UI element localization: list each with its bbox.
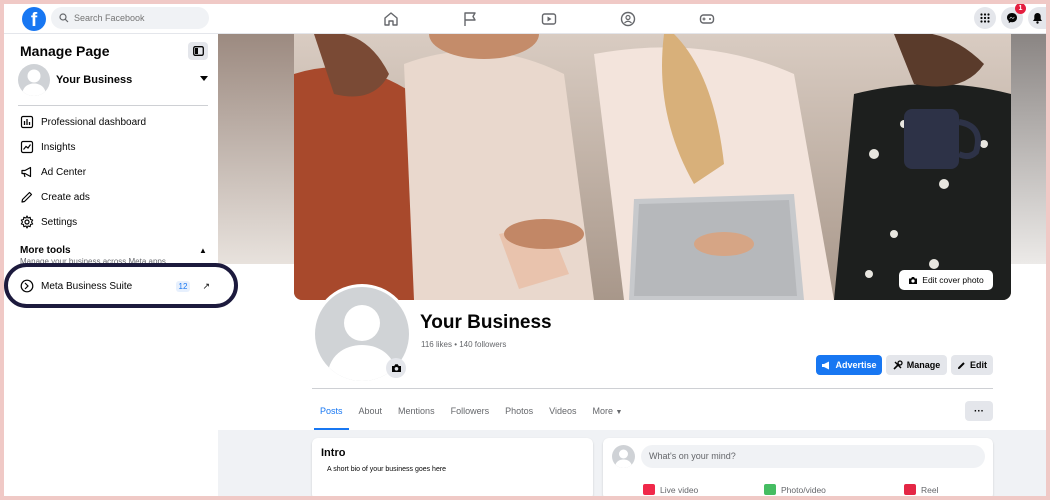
groups-icon[interactable]	[620, 11, 636, 27]
manage-label: Manage	[906, 360, 941, 370]
sidebar-item-professional-dashboard[interactable]: Professional dashboard	[20, 113, 146, 131]
more-tools-heading[interactable]: More tools	[20, 245, 71, 256]
dashboard-icon	[20, 115, 34, 129]
pencil-icon	[21, 191, 33, 203]
pencil-icon	[958, 361, 965, 369]
gear-icon	[20, 215, 34, 229]
default-profile-icon	[22, 69, 46, 96]
video-icon[interactable]	[541, 11, 557, 27]
sidebar-item-label: Ad Center	[41, 166, 87, 178]
update-profile-picture-button[interactable]	[386, 358, 406, 378]
photo-video-label: Photo/video	[781, 484, 826, 495]
profile-tabs: Posts About Mentions Followers Photos Vi…	[312, 400, 630, 430]
dropdown-caret-icon[interactable]	[200, 76, 208, 81]
notifications-button[interactable]	[1028, 7, 1046, 29]
sidebar-item-ad-center[interactable]: Ad Center	[20, 163, 86, 181]
tab-photos[interactable]: Photos	[497, 400, 541, 424]
sidebar-item-label: Insights	[41, 141, 76, 153]
sidebar-title: Manage Page	[20, 43, 110, 59]
advertise-button[interactable]: Advertise	[816, 355, 882, 375]
cover-backdrop-right	[1011, 34, 1046, 264]
meta-business-suite-label: Meta Business Suite	[41, 280, 133, 292]
tools-icon	[893, 360, 903, 370]
sidebar-item-label: Create ads	[41, 191, 90, 203]
page-title: Your Business	[420, 312, 552, 333]
post-composer: What's on your mind? Live video Photo/vi…	[603, 438, 993, 500]
sidebar-item-insights[interactable]: Insights	[20, 138, 75, 156]
divider	[18, 105, 208, 106]
more-options-button[interactable]: ···	[965, 401, 993, 421]
divider	[312, 388, 993, 389]
collapse-sidebar-button[interactable]	[188, 42, 208, 60]
flag-icon[interactable]	[462, 11, 478, 27]
tab-posts[interactable]: Posts	[312, 400, 351, 430]
sidebar-item-label: Settings	[41, 216, 78, 228]
messenger-icon	[1007, 13, 1017, 23]
status-input[interactable]: What's on your mind?	[641, 445, 985, 468]
gaming-icon[interactable]	[699, 11, 715, 27]
tab-about[interactable]: About	[351, 400, 391, 424]
edit-button[interactable]: Edit	[951, 355, 993, 375]
megaphone-icon	[822, 361, 830, 369]
reel-label: Reel	[921, 484, 939, 495]
reel-icon	[904, 484, 916, 495]
intro-card: Intro A short bio of your business goes …	[312, 438, 593, 500]
live-video-icon	[643, 484, 655, 495]
tab-more[interactable]: More ▼	[584, 400, 630, 424]
chevron-up-icon[interactable]: ▲	[199, 246, 207, 255]
manage-page-sidebar: Manage Page Your Business Professional d…	[4, 34, 218, 496]
edit-cover-label: Edit cover photo	[922, 275, 984, 285]
manage-button[interactable]: Manage	[886, 355, 947, 375]
meta-business-suite-link[interactable]: Meta Business Suite 12 ↗	[20, 277, 210, 295]
page-stats: 116 likes • 140 followers	[421, 340, 507, 349]
intro-text: A short bio of your business goes here	[327, 466, 447, 473]
meta-business-suite-count: 12	[175, 280, 191, 292]
edit-cover-photo-button[interactable]: Edit cover photo	[899, 270, 993, 290]
facebook-logo[interactable]: f	[22, 7, 46, 31]
avatar[interactable]	[612, 445, 635, 468]
cover-photo-image	[294, 34, 1011, 300]
top-navigation-bar: f 1	[4, 3, 1046, 34]
avatar	[18, 64, 50, 96]
search-icon	[59, 13, 69, 23]
menu-grid-icon	[980, 13, 990, 23]
tab-videos[interactable]: Videos	[541, 400, 584, 424]
camera-icon	[909, 276, 918, 284]
business-name: Your Business	[56, 74, 133, 86]
bell-icon	[1032, 13, 1042, 24]
business-switcher[interactable]: Your Business	[18, 64, 208, 96]
photo-icon	[764, 484, 776, 495]
default-profile-icon	[615, 449, 632, 468]
photo-video-button[interactable]: Photo/video	[764, 484, 826, 495]
intro-title: Intro	[321, 447, 346, 459]
sidebar-item-label: Professional dashboard	[41, 116, 147, 128]
tab-followers[interactable]: Followers	[443, 400, 498, 424]
megaphone-icon	[21, 166, 32, 178]
edit-label: Edit	[970, 360, 987, 370]
camera-icon	[391, 364, 401, 372]
chevron-down-icon: ▼	[615, 409, 623, 416]
tab-more-label: More	[592, 406, 613, 416]
home-icon[interactable]	[383, 11, 399, 27]
sidebar-item-create-ads[interactable]: Create ads	[20, 188, 90, 206]
external-link-icon: ↗	[202, 280, 210, 291]
sidebar-item-settings[interactable]: Settings	[20, 213, 77, 231]
sidebar-toggle-icon	[192, 46, 204, 56]
search-input[interactable]	[74, 13, 194, 23]
advertise-label: Advertise	[835, 360, 877, 370]
live-video-button[interactable]: Live video	[643, 484, 698, 495]
search-box[interactable]	[51, 7, 209, 29]
insights-icon	[20, 140, 34, 154]
messenger-button[interactable]: 1	[1001, 3, 1026, 29]
tab-mentions[interactable]: Mentions	[390, 400, 443, 424]
notification-badge: 1	[1015, 3, 1026, 14]
cover-backdrop-left	[218, 34, 294, 264]
live-video-label: Live video	[660, 484, 699, 495]
meta-business-suite-icon	[20, 279, 34, 293]
more-tools-subtitle: Manage your business across Meta apps	[20, 257, 166, 264]
reel-button[interactable]: Reel	[904, 484, 938, 495]
cover-photo	[294, 34, 1011, 300]
menu-grid-button[interactable]	[974, 7, 996, 29]
